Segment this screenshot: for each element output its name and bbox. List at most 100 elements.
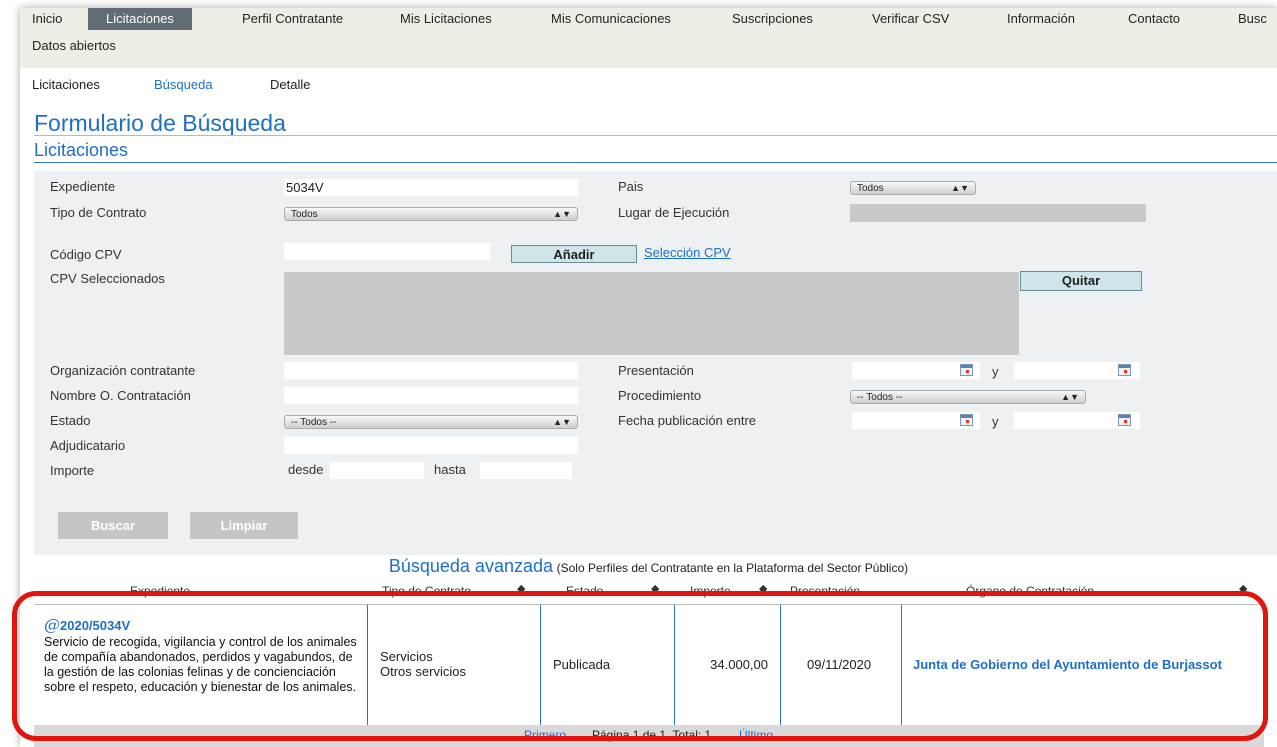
- desde-label: desde: [288, 462, 324, 477]
- table-cell-estado: Publicada: [541, 605, 675, 726]
- tipo-contrato-2: Otros servicios: [380, 664, 466, 679]
- nav-buscar[interactable]: Busc: [1238, 8, 1267, 30]
- pais-select-value: Todos: [857, 183, 884, 194]
- nav-suscripciones[interactable]: Suscripciones: [732, 8, 813, 30]
- table-cell-presentacion: 09/11/2020: [781, 605, 902, 726]
- y-label: y: [992, 364, 999, 379]
- select-arrow-icon: ▲▼: [1061, 392, 1079, 402]
- advanced-search-heading: Búsqueda avanzada (Solo Perfiles del Con…: [20, 556, 1277, 577]
- sub-nav: Licitaciones Búsqueda Detalle: [20, 68, 1277, 102]
- advanced-search-note: (Solo Perfiles del Contratante en la Pla…: [556, 561, 909, 575]
- pais-label: Pais: [618, 179, 644, 194]
- col-header-tipo-contrato[interactable]: Tipo de Contrato: [382, 584, 471, 598]
- hasta-label: hasta: [434, 462, 466, 477]
- organizacion-input[interactable]: [284, 362, 578, 379]
- expediente-descripcion: Servicio de recogida, vigilancia y contr…: [44, 635, 357, 694]
- col-header-importe[interactable]: Importe: [690, 584, 731, 598]
- calendar-icon[interactable]: [960, 364, 973, 376]
- nav-verificar-csv[interactable]: Verificar CSV: [872, 8, 949, 30]
- sort-icon[interactable]: ◆: [759, 582, 767, 595]
- cpv-seleccionados-label: CPV Seleccionados: [50, 271, 165, 286]
- table-cell-tipo-contrato: Servicios Otros servicios: [368, 605, 541, 726]
- top-nav: Inicio Licitaciones Perfil Contratante M…: [20, 8, 1277, 68]
- select-arrow-icon: ▲▼: [553, 417, 571, 427]
- adjudicatario-input[interactable]: [284, 437, 578, 454]
- nav-mis-comunicaciones[interactable]: Mis Comunicaciones: [551, 8, 671, 30]
- estado-label: Estado: [50, 413, 91, 428]
- nav-inicio[interactable]: Inicio: [32, 8, 62, 30]
- presentacion-value: 09/11/2020: [807, 657, 872, 672]
- y-label: y: [992, 414, 999, 429]
- codigo-cpv-label: Código CPV: [50, 247, 122, 262]
- expediente-link[interactable]: 2020/5034V: [60, 618, 130, 633]
- importe-value: 34.000,00: [710, 657, 768, 672]
- presentacion-label: Presentación: [618, 363, 694, 378]
- calendar-icon[interactable]: [1118, 364, 1131, 376]
- estado-select-value: -- Todos --: [291, 417, 337, 428]
- importe-desde-input[interactable]: [330, 462, 424, 479]
- seleccion-cpv-link[interactable]: Selección CPV: [644, 245, 731, 260]
- estado-select[interactable]: -- Todos -- ▲▼: [284, 415, 578, 429]
- pager-last-link[interactable]: Último: [739, 728, 773, 742]
- search-form: Expediente 5034V Pais Todos ▲▼ Tipo de Co…: [34, 171, 1277, 555]
- pais-select[interactable]: Todos ▲▼: [850, 181, 976, 195]
- importe-label: Importe: [50, 463, 95, 478]
- select-arrow-icon: ▲▼: [951, 183, 969, 193]
- subnav-licitaciones[interactable]: Licitaciones: [32, 77, 100, 92]
- title-divider: [34, 135, 1277, 136]
- col-header-expediente[interactable]: Expediente: [130, 584, 190, 598]
- nav-perfil-contratante[interactable]: Perfil Contratante: [242, 8, 343, 30]
- e-licitacion-icon: @: [44, 615, 60, 634]
- pager-first-link[interactable]: Primero: [524, 728, 566, 742]
- organizacion-label: Organización contratante: [50, 363, 196, 378]
- expediente-input[interactable]: 5034V: [284, 179, 578, 196]
- nav-datos-abiertos[interactable]: Datos abiertos: [32, 35, 116, 57]
- sort-icon[interactable]: ◆: [651, 582, 659, 595]
- procedimiento-select[interactable]: -- Todos -- ▲▼: [850, 390, 1086, 404]
- tipo-contrato-select-value: Todos: [291, 209, 318, 220]
- nav-licitaciones[interactable]: Licitaciones: [88, 8, 192, 30]
- page: Inicio Licitaciones Perfil Contratante M…: [20, 8, 1277, 747]
- nav-informacion[interactable]: Información: [1007, 8, 1075, 30]
- tipo-contrato-select[interactable]: Todos ▲▼: [284, 207, 578, 221]
- nombre-org-input[interactable]: [284, 387, 578, 404]
- quitar-button[interactable]: Quitar: [1020, 271, 1142, 291]
- col-header-presentacion[interactable]: Presentación: [790, 584, 860, 598]
- lugar-ejecucion-field[interactable]: [850, 204, 1146, 222]
- col-header-estado[interactable]: Estado: [566, 584, 603, 598]
- importe-hasta-input[interactable]: [480, 462, 572, 479]
- calendar-icon[interactable]: [1118, 414, 1131, 426]
- fecha-publicacion-label: Fecha publicación entre: [618, 413, 757, 428]
- calendar-icon[interactable]: [960, 414, 973, 426]
- table-cell-organo: Junta de Gobierno del Ayuntamiento de Bu…: [902, 605, 1264, 726]
- subnav-busqueda[interactable]: Búsqueda: [154, 77, 213, 92]
- expediente-link-wrap[interactable]: @2020/5034V: [44, 615, 130, 634]
- procedimiento-select-value: -- Todos --: [857, 392, 903, 403]
- col-header-organo[interactable]: Órgano de Contratación: [966, 584, 1094, 598]
- advanced-search-link[interactable]: Búsqueda avanzada: [389, 556, 553, 576]
- select-arrow-icon: ▲▼: [553, 209, 571, 219]
- buscar-button[interactable]: Buscar: [58, 512, 168, 539]
- table-cell-importe: 34.000,00: [675, 605, 781, 726]
- codigo-cpv-input[interactable]: [284, 243, 490, 260]
- tipo-contrato-label: Tipo de Contrato: [50, 205, 147, 220]
- procedimiento-label: Procedimiento: [618, 388, 702, 403]
- pager-info: Página 1 de 1. Total: 1: [592, 728, 712, 742]
- subnav-detalle[interactable]: Detalle: [270, 77, 310, 92]
- lugar-ejecucion-label: Lugar de Ejecución: [618, 205, 730, 220]
- nav-contacto[interactable]: Contacto: [1128, 8, 1180, 30]
- page-title: Formulario de Búsqueda: [34, 110, 286, 136]
- nav-mis-licitaciones[interactable]: Mis Licitaciones: [400, 8, 492, 30]
- section-divider: [34, 162, 1277, 163]
- section-title: Licitaciones: [34, 140, 129, 160]
- cpv-seleccionados-list[interactable]: [284, 272, 1019, 355]
- limpiar-button[interactable]: Limpiar: [190, 512, 298, 539]
- organo-link[interactable]: Junta de Gobierno del Ayuntamiento de Bu…: [913, 657, 1222, 672]
- results-table: @2020/5034V Servicio de recogida, vigila…: [34, 604, 1264, 726]
- sort-icon[interactable]: ◆: [517, 582, 525, 595]
- sort-icon[interactable]: ◆: [1239, 582, 1247, 595]
- pager: Primero Página 1 de 1. Total: 1 Último: [34, 725, 1264, 747]
- adjudicatario-label: Adjudicatario: [50, 438, 126, 453]
- table-cell-expediente: @2020/5034V Servicio de recogida, vigila…: [34, 605, 368, 726]
- anadir-button[interactable]: Añadir: [511, 245, 637, 263]
